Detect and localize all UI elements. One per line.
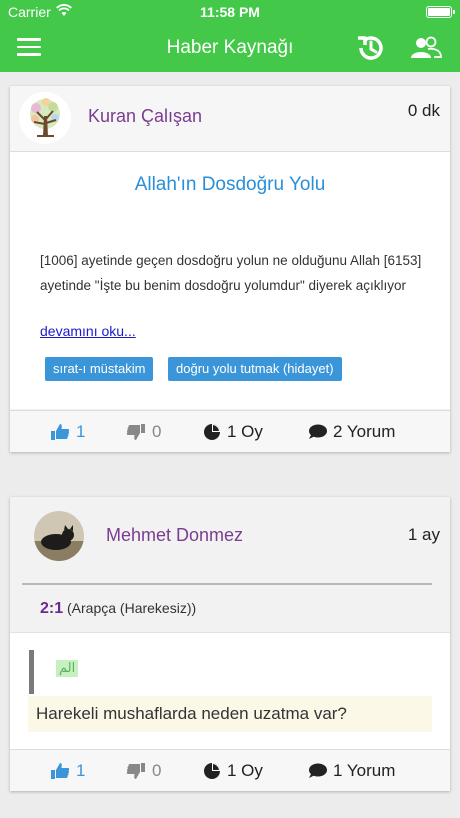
thumbs-down-icon	[126, 763, 145, 779]
read-more-link[interactable]: devamını oku...	[40, 323, 136, 339]
thumbs-down-icon	[126, 424, 145, 440]
votes-button[interactable]: 1 Oy	[203, 421, 263, 443]
battery-icon	[426, 6, 455, 18]
like-count: 1	[76, 422, 86, 441]
post-actions: 1 0 1 Oy 2 Yorum	[10, 410, 450, 452]
comment-count: 2 Yorum	[333, 422, 396, 441]
post-text: [1006] ayetinde geçen dosdoğru yolun ne …	[40, 253, 422, 293]
clock: 11:58 PM	[200, 4, 260, 20]
vote-count: 1 Oy	[227, 761, 263, 780]
post-age: 1 ay	[407, 525, 440, 544]
status-bar: Carrier 11:58 PM	[0, 0, 460, 24]
pie-chart-icon	[204, 424, 220, 440]
like-button[interactable]: 1	[50, 760, 85, 782]
author-name[interactable]: Kuran Çalışan	[88, 106, 202, 127]
post-body: Allah'ın Dosdoğru Yolu [1006] ayetinde g…	[10, 152, 450, 409]
author-name[interactable]: Mehmet Donmez	[106, 525, 243, 546]
comment-count: 1 Yorum	[333, 761, 396, 780]
vote-count: 1 Oy	[227, 422, 263, 441]
comments-button[interactable]: 2 Yorum	[308, 421, 395, 443]
quote-bar	[29, 650, 34, 694]
divider	[22, 583, 432, 585]
dislike-button[interactable]: 0	[126, 421, 161, 443]
like-count: 1	[76, 761, 86, 780]
post-card[interactable]: Mehmet Donmez 1 ay 2:1 (Arapça (Harekesi…	[10, 497, 450, 791]
pie-chart-icon	[204, 763, 220, 779]
cat-photo-avatar-icon	[34, 511, 84, 561]
arabic-text: الم	[56, 660, 79, 677]
verse-label: (Arapça (Harekesiz))	[67, 600, 197, 616]
people-icon[interactable]	[410, 36, 442, 60]
thumbs-up-icon	[51, 763, 70, 779]
comment-icon	[309, 424, 327, 439]
dislike-count: 0	[152, 422, 162, 441]
tree-avatar-icon	[30, 98, 60, 137]
post-title[interactable]: Allah'ın Dosdoğru Yolu	[10, 174, 450, 196]
thumbs-up-icon	[51, 424, 70, 440]
post-body: الم Harekeli mushaflarda neden uzatma va…	[10, 632, 450, 749]
avatar[interactable]	[19, 92, 71, 144]
history-icon[interactable]	[354, 31, 388, 65]
verse-reference[interactable]: 2:1 (Arapça (Harekesiz))	[40, 600, 196, 618]
page-title: Haber Kaynağı	[166, 37, 294, 58]
post-header: Kuran Çalışan 0 dk	[10, 86, 450, 152]
post-actions: 1 0 1 Oy 1 Yorum	[10, 749, 450, 791]
nav-bar: Haber Kaynağı	[0, 24, 460, 72]
verse-number: 2:1	[40, 600, 64, 617]
dislike-button[interactable]: 0	[126, 760, 161, 782]
votes-button[interactable]: 1 Oy	[203, 760, 263, 782]
comments-button[interactable]: 1 Yorum	[308, 760, 395, 782]
question-text[interactable]: Harekeli mushaflarda neden uzatma var?	[28, 696, 432, 732]
tag-dogru-yolu-tutmak[interactable]: doğru yolu tutmak (hidayet)	[168, 357, 342, 381]
dislike-count: 0	[152, 761, 162, 780]
like-button[interactable]: 1	[50, 421, 85, 443]
comment-icon	[309, 763, 327, 778]
post-age: 0 dk	[407, 101, 440, 120]
avatar[interactable]	[34, 511, 84, 561]
post-card[interactable]: Kuran Çalışan 0 dk Allah'ın Dosdoğru Yol…	[10, 86, 450, 452]
tag-sirat-i-mustakim[interactable]: sırat-ı müstakim	[45, 357, 154, 381]
